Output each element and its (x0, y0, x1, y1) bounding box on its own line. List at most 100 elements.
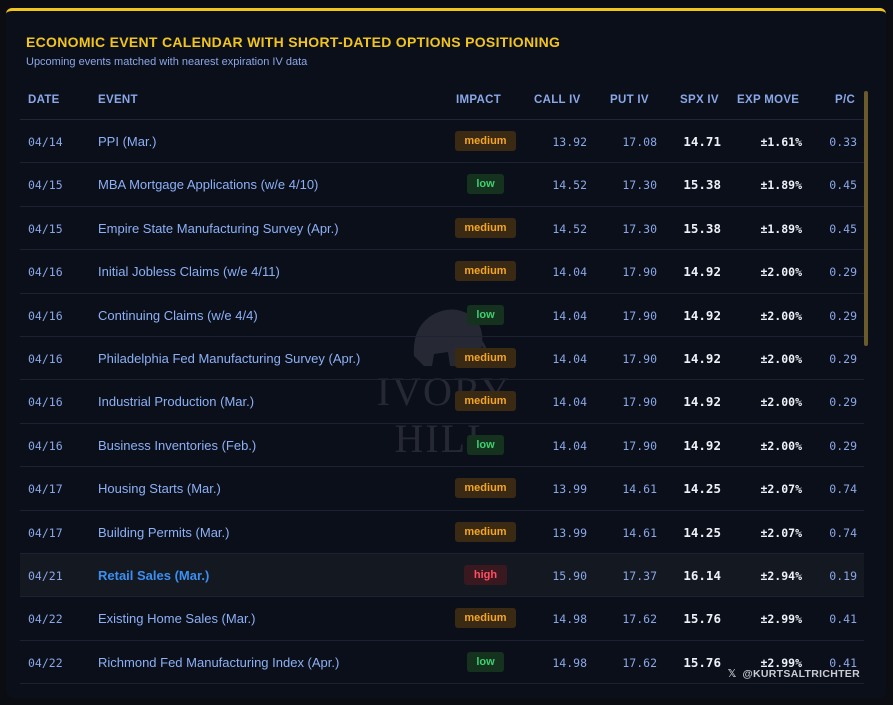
table-row[interactable]: 04/16 Continuing Claims (w/e 4/4) 14.04 17.… (20, 294, 864, 337)
impact-badge: low (467, 434, 504, 455)
event-cell: PPI (Mar.) (98, 134, 157, 149)
event-cell: Business Inventories (Feb.) (98, 437, 257, 453)
pc-cell: 0.29 (829, 438, 857, 453)
pc-cell: 0.29 (829, 395, 857, 410)
pc-cell: 0.19 (829, 568, 857, 583)
call-iv-cell: 15.90 (552, 568, 587, 583)
date-cell: 04/15 (28, 178, 63, 193)
impact-badge: low (467, 174, 504, 195)
spx-iv-cell: 14.92 (683, 350, 721, 366)
event-cell: MBA Mortgage Applications (w/e 4/10) (98, 177, 319, 193)
table-row[interactable]: 04/21 Retail Sales (Mar.) 15.90 17.37 16.14 ±… (20, 553, 864, 598)
exp-move-cell: ±2.00% (760, 395, 802, 410)
header-pc[interactable]: P/C (835, 94, 855, 106)
spx-iv-cell: 15.76 (683, 611, 721, 627)
credit-handle: @KURTSALTRICHTER (742, 668, 860, 680)
pc-cell: 0.45 (829, 221, 857, 236)
impact-badge: medium (455, 131, 516, 151)
table-row[interactable]: 04/16 Initial Jobless Claims (w/e 4/11) 14… (20, 250, 864, 294)
spx-iv-cell: 14.92 (683, 437, 721, 453)
spx-iv-cell: 14.92 (683, 307, 721, 323)
scrollbar[interactable] (864, 91, 868, 346)
put-iv-cell: 17.90 (622, 351, 657, 366)
author-credit: 𝕏 @KURTSALTRICHTER (728, 668, 860, 680)
impact-badge: medium (455, 261, 516, 282)
table-row[interactable]: 04/16 Philadelphia Fed Manufacturing Surv… (20, 337, 864, 381)
exp-move-cell: ±1.89% (760, 221, 802, 236)
pc-cell: 0.29 (829, 351, 857, 366)
date-cell: 04/16 (28, 438, 63, 453)
calendar-panel: ECONOMIC EVENT CALENDAR WITH SHORT-DATED… (6, 8, 886, 698)
pc-cell: 0.29 (829, 265, 857, 280)
event-cell: Continuing Claims (w/e 4/4) (98, 307, 258, 323)
put-iv-cell: 17.62 (622, 655, 657, 670)
date-cell: 04/16 (28, 351, 63, 366)
spx-iv-cell: 15.38 (683, 177, 721, 193)
header-date[interactable]: DATE (28, 94, 60, 106)
pc-cell: 0.41 (829, 612, 857, 627)
table-row[interactable]: 04/17 Building Permits (Mar.) 13.99 14.61 14… (20, 511, 864, 554)
pc-cell: 0.45 (829, 178, 857, 193)
header-event[interactable]: EVENT (98, 94, 138, 106)
date-cell: 04/17 (28, 482, 63, 497)
pc-cell: 0.74 (829, 482, 857, 497)
date-cell: 04/22 (28, 612, 63, 627)
date-cell: 04/21 (28, 568, 63, 583)
header-spx-iv[interactable]: SPX IV (680, 94, 719, 106)
table-row[interactable]: 04/17 Housing Starts (Mar.) 13.99 14.61 14.2… (20, 467, 864, 511)
call-iv-cell: 14.04 (552, 351, 587, 366)
pc-cell: 0.33 (829, 135, 857, 149)
exp-move-cell: ±2.99% (760, 612, 802, 627)
impact-badge: medium (455, 608, 516, 629)
call-iv-cell: 14.52 (552, 221, 587, 236)
header-call-iv[interactable]: CALL IV (534, 94, 581, 106)
put-iv-cell: 17.90 (622, 395, 657, 410)
event-cell: Existing Home Sales (Mar.) (98, 611, 256, 627)
date-cell: 04/16 (28, 308, 63, 323)
events-table: DATE EVENT IMPACT CALL IV PUT IV SPX IV … (20, 87, 864, 685)
call-iv-cell: 13.99 (552, 525, 587, 540)
table-body: 04/14 PPI (Mar.) 13.92 17.08 14.71 ±1.61% 0.33… (20, 120, 864, 685)
call-iv-cell: 14.04 (552, 308, 587, 323)
exp-move-cell: ±2.07% (760, 482, 802, 497)
event-cell: Building Permits (Mar.) (98, 524, 230, 540)
spx-iv-cell: 14.92 (683, 264, 721, 280)
table-row[interactable]: 04/15 MBA Mortgage Applications (w/e 4/10… (20, 163, 864, 207)
exp-move-cell: ±2.94% (760, 568, 802, 583)
impact-badge: medium (455, 347, 516, 368)
put-iv-cell: 14.61 (622, 482, 657, 497)
put-iv-cell: 17.62 (622, 612, 657, 627)
event-cell: Philadelphia Fed Manufacturing Survey (A… (98, 350, 361, 366)
spx-iv-cell: 16.14 (683, 567, 721, 583)
impact-badge: low (467, 651, 504, 672)
table-row[interactable]: 04/14 PPI (Mar.) 13.92 17.08 14.71 ±1.61% 0.33… (20, 120, 864, 164)
impact-badge: medium (455, 391, 516, 412)
page-title: ECONOMIC EVENT CALENDAR WITH SHORT-DATED… (26, 34, 561, 50)
table-row[interactable]: 04/16 Business Inventories (Feb.) 14.04 17.… (20, 424, 864, 468)
exp-move-cell: ±2.00% (760, 438, 802, 453)
exp-move-cell: ±2.07% (760, 525, 802, 540)
exp-move-cell: ±2.00% (760, 308, 802, 323)
date-cell: 04/15 (28, 221, 63, 236)
header-impact[interactable]: IMPACT (456, 94, 501, 106)
exp-move-cell: ±1.61% (760, 135, 802, 149)
table-row[interactable]: 04/16 Industrial Production (Mar.) 14.04 17… (20, 380, 864, 424)
put-iv-cell: 17.30 (622, 221, 657, 236)
exp-move-cell: ±2.00% (760, 265, 802, 280)
pc-cell: 0.29 (829, 308, 857, 323)
table-row[interactable]: 04/22 Existing Home Sales (Mar.) 14.98 17.6… (20, 597, 864, 641)
impact-badge: medium (455, 521, 516, 542)
event-cell: Empire State Manufacturing Survey (Apr.) (98, 220, 339, 236)
event-cell: Housing Starts (Mar.) (98, 481, 221, 497)
header-put-iv[interactable]: PUT IV (610, 94, 649, 106)
date-cell: 04/17 (28, 525, 63, 540)
put-iv-cell: 17.90 (622, 308, 657, 323)
page-subtitle: Upcoming events matched with nearest exp… (26, 56, 308, 68)
header-exp-move[interactable]: EXP MOVE (737, 94, 799, 106)
event-cell: Richmond Fed Manufacturing Index (Apr.) (98, 654, 340, 670)
date-cell: 04/16 (28, 265, 63, 280)
event-cell: Retail Sales (Mar.) (98, 567, 210, 583)
put-iv-cell: 14.61 (622, 525, 657, 540)
table-row[interactable]: 04/15 Empire State Manufacturing Survey (… (20, 207, 864, 251)
pc-cell: 0.74 (829, 525, 857, 540)
